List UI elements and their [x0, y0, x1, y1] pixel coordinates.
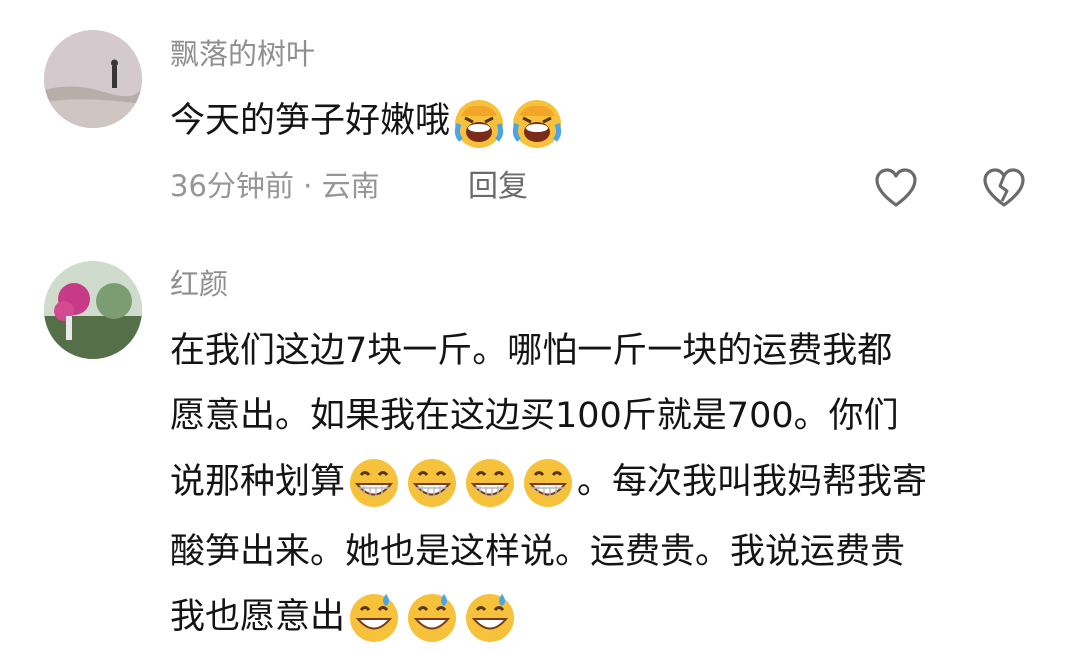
timestamp: 36分钟前 — [170, 169, 294, 203]
comment-text-line: 愿意出。如果我在这边买100斤就是700。你们 — [170, 396, 899, 436]
comment-text-line: 我也愿意出 — [170, 590, 519, 646]
broken-heart-icon[interactable] — [980, 165, 1028, 213]
avatar[interactable] — [44, 30, 142, 128]
grinning-emoji-icon — [520, 455, 576, 511]
grinning-emoji-icon — [346, 455, 402, 511]
comment-text-line: 在我们这边7块一斤。哪怕一斤一块的运费我都 — [170, 331, 893, 371]
comment-text: 今天的笋子好嫩哦 — [170, 94, 566, 150]
separator: · — [303, 169, 313, 203]
avatar[interactable] — [44, 261, 142, 359]
sweat-smile-emoji-icon — [462, 590, 518, 646]
sweat-smile-emoji-icon — [346, 590, 402, 646]
grinning-emoji-icon — [404, 455, 460, 511]
comment-text-line: 酸笋出来。她也是这样说。运费贵。我说运费贵 — [170, 532, 906, 572]
grinning-emoji-icon — [462, 455, 518, 511]
username[interactable]: 飘落的树叶 — [170, 40, 315, 69]
reply-button[interactable]: 回复 — [468, 172, 528, 202]
heart-icon[interactable] — [872, 165, 920, 213]
comment-text-line: 说那种划算 。每次我叫我妈帮我寄 — [170, 455, 927, 511]
username[interactable]: 红颜 — [170, 270, 228, 299]
comment-meta: 36分钟前 · 云南 — [170, 172, 380, 201]
laughing-crying-emoji-icon — [509, 94, 565, 150]
location: 云南 — [321, 169, 380, 203]
sweat-smile-emoji-icon — [404, 590, 460, 646]
laughing-crying-emoji-icon — [451, 94, 507, 150]
